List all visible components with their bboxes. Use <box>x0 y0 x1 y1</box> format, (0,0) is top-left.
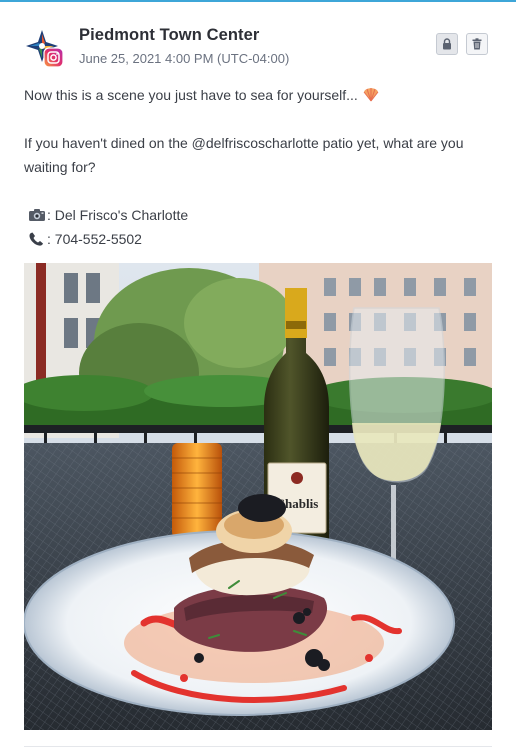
shell-emoji-icon <box>363 88 379 102</box>
camera-line: : Del Frisco's Charlotte <box>28 203 188 227</box>
post-divider <box>24 746 492 747</box>
post-photo[interactable]: Chablis <box>24 263 492 730</box>
caption-line-1: Now this is a scene you just have to sea… <box>24 83 381 107</box>
phone-line: : 704-552-5502 <box>28 227 142 251</box>
camera-line-text: : Del Frisco's Charlotte <box>47 207 189 223</box>
phone-icon <box>29 232 43 246</box>
social-post-card: Piedmont Town Center June 25, 2021 4:00 … <box>24 24 492 747</box>
instagram-icon <box>43 47 64 68</box>
brand-logo-icon <box>26 30 64 68</box>
avatar[interactable] <box>24 28 64 68</box>
top-accent-line <box>0 0 516 2</box>
caption-line-2: If you haven't dined on the @delfriscosc… <box>24 135 464 175</box>
post-timestamp: June 25, 2021 4:00 PM (UTC-04:00) <box>79 51 290 66</box>
delete-button[interactable] <box>466 33 488 55</box>
post-photo-image: Chablis <box>24 263 492 730</box>
lock-button[interactable] <box>436 33 458 55</box>
caption-text-1: Now this is a scene you just have to sea… <box>24 87 358 103</box>
post-author-name[interactable]: Piedmont Town Center <box>79 26 259 45</box>
post-actions <box>436 33 488 55</box>
lock-icon <box>443 38 451 50</box>
camera-icon <box>29 209 45 221</box>
trash-icon <box>472 38 482 50</box>
post-header: Piedmont Town Center June 25, 2021 4:00 … <box>24 24 492 72</box>
phone-line-text: : 704-552-5502 <box>47 231 142 247</box>
